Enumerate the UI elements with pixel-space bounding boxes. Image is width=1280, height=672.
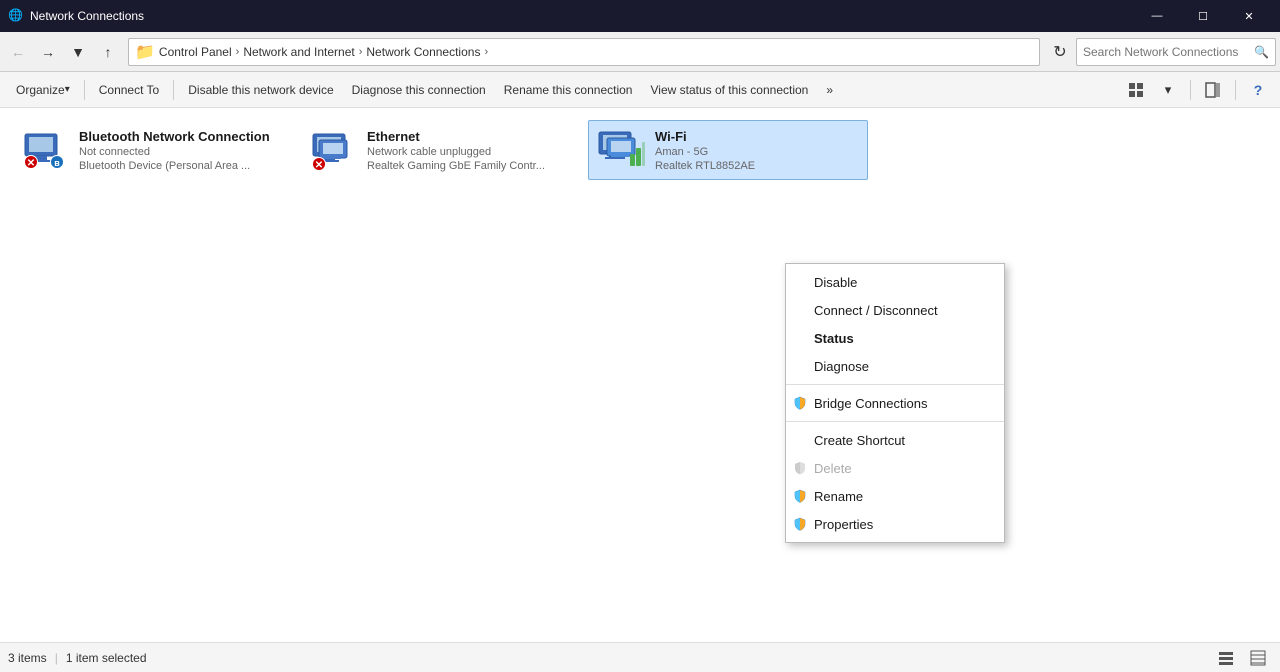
main-content: ✕ ʙ Bluetooth Network Connection Not con… xyxy=(0,108,1280,642)
rename-button[interactable]: Rename this connection xyxy=(496,76,641,104)
properties-shield-icon xyxy=(792,516,808,532)
up-button[interactable]: ↑ xyxy=(94,38,122,66)
wifi-network-icon xyxy=(597,126,645,174)
toolbar-separator-3 xyxy=(1190,80,1191,100)
wifi-info: Wi-Fi Aman - 5G Realtek RTL8852AE xyxy=(655,129,755,172)
bluetooth-info: Bluetooth Network Connection Not connect… xyxy=(79,129,270,172)
wifi-device: Realtek RTL8852AE xyxy=(655,160,755,172)
dropdown-button[interactable]: ▼ xyxy=(64,38,92,66)
preview-pane-button[interactable] xyxy=(1199,76,1227,104)
toolbar-separator-1 xyxy=(84,80,85,100)
statusbar: 3 items | 1 item selected xyxy=(0,642,1280,672)
preview-icon xyxy=(1205,82,1221,98)
item-count: 3 items xyxy=(8,651,47,665)
toolbar: Organize ▾ Connect To Disable this netwo… xyxy=(0,72,1280,108)
organize-dropdown-icon: ▾ xyxy=(65,84,70,95)
svg-text:✕: ✕ xyxy=(27,158,35,169)
view-options-button[interactable] xyxy=(1122,76,1150,104)
ctx-properties[interactable]: Properties xyxy=(786,510,1004,538)
minimize-button[interactable]: — xyxy=(1134,0,1180,32)
search-icon: 🔍 xyxy=(1254,45,1269,59)
view-icon xyxy=(1128,82,1144,98)
toolbar-separator-4 xyxy=(1235,80,1236,100)
ethernet-info: Ethernet Network cable unplugged Realtek… xyxy=(367,129,545,172)
ethernet-device: Realtek Gaming GbE Family Contr... xyxy=(367,160,545,172)
addressbar: ← → ▼ ↑ 📁 Control Panel › Network and In… xyxy=(0,32,1280,72)
bluetooth-name: Bluetooth Network Connection xyxy=(79,129,270,144)
ctx-sep-1 xyxy=(786,384,1004,385)
network-item-wifi[interactable]: Wi-Fi Aman - 5G Realtek RTL8852AE xyxy=(588,120,868,180)
bluetooth-network-icon: ✕ ʙ xyxy=(21,126,69,174)
statusbar-detail-view[interactable] xyxy=(1244,644,1272,672)
disable-button[interactable]: Disable this network device xyxy=(180,76,341,104)
bridge-shield-icon xyxy=(792,395,808,411)
detail-view-icon xyxy=(1250,650,1266,666)
statusbar-list-view[interactable] xyxy=(1212,644,1240,672)
network-item-bluetooth[interactable]: ✕ ʙ Bluetooth Network Connection Not con… xyxy=(12,120,292,180)
ethernet-network-icon: ✕ xyxy=(309,126,357,174)
ethernet-icon-container: ✕ xyxy=(309,126,357,174)
close-button[interactable]: ✕ xyxy=(1226,0,1272,32)
ctx-status[interactable]: Status xyxy=(786,324,1004,352)
ctx-rename[interactable]: Rename xyxy=(786,482,1004,510)
diagnose-button[interactable]: Diagnose this connection xyxy=(344,76,494,104)
delete-shield-icon xyxy=(792,460,808,476)
search-input[interactable] xyxy=(1083,45,1254,59)
organize-button[interactable]: Organize ▾ xyxy=(8,76,78,104)
rename-shield-icon xyxy=(792,488,808,504)
breadcrumb-folder-icon: 📁 xyxy=(135,42,155,62)
window-controls: — ☐ ✕ xyxy=(1134,0,1272,32)
ctx-create-shortcut[interactable]: Create Shortcut xyxy=(786,426,1004,454)
context-menu: Disable Connect / Disconnect Status Diag… xyxy=(785,263,1005,543)
bluetooth-status: Not connected xyxy=(79,146,270,158)
wifi-icon-container xyxy=(597,126,645,174)
window-title: Network Connections xyxy=(30,9,1134,23)
svg-text:✕: ✕ xyxy=(315,160,323,171)
ethernet-name: Ethernet xyxy=(367,129,545,144)
bluetooth-device: Bluetooth Device (Personal Area ... xyxy=(79,160,270,172)
view-dropdown-button[interactable]: ▾ xyxy=(1154,76,1182,104)
toolbar-right: ▾ ? xyxy=(1122,76,1272,104)
breadcrumb-network-internet[interactable]: Network and Internet xyxy=(243,45,354,59)
ctx-bridge[interactable]: Bridge Connections xyxy=(786,389,1004,417)
more-button[interactable]: » xyxy=(818,76,841,104)
back-button[interactable]: ← xyxy=(4,38,32,66)
refresh-button[interactable]: ↻ xyxy=(1046,38,1074,66)
ctx-sep-2 xyxy=(786,421,1004,422)
ctx-delete[interactable]: Delete xyxy=(786,454,1004,482)
breadcrumb-network-connections[interactable]: Network Connections xyxy=(366,45,480,59)
breadcrumb-bar: 📁 Control Panel › Network and Internet ›… xyxy=(128,38,1040,66)
ctx-connect-disconnect[interactable]: Connect / Disconnect xyxy=(786,296,1004,324)
selection-info: 1 item selected xyxy=(66,651,147,665)
titlebar: 🌐 Network Connections — ☐ ✕ xyxy=(0,0,1280,32)
app-icon: 🌐 xyxy=(8,8,24,24)
ethernet-status: Network cable unplugged xyxy=(367,146,545,158)
bluetooth-icon-container: ✕ ʙ xyxy=(21,126,69,174)
svg-text:ʙ: ʙ xyxy=(54,158,60,168)
ctx-disable[interactable]: Disable xyxy=(786,268,1004,296)
search-box: 🔍 xyxy=(1076,38,1276,66)
breadcrumb-control-panel[interactable]: Control Panel xyxy=(159,45,232,59)
help-button[interactable]: ? xyxy=(1244,76,1272,104)
wifi-name: Wi-Fi xyxy=(655,129,755,144)
wifi-status: Aman - 5G xyxy=(655,146,755,158)
list-view-icon xyxy=(1218,650,1234,666)
ctx-diagnose[interactable]: Diagnose xyxy=(786,352,1004,380)
toolbar-separator-2 xyxy=(173,80,174,100)
connect-to-button[interactable]: Connect To xyxy=(91,76,168,104)
forward-button[interactable]: → xyxy=(34,38,62,66)
view-status-button[interactable]: View status of this connection xyxy=(642,76,816,104)
maximize-button[interactable]: ☐ xyxy=(1180,0,1226,32)
network-item-ethernet[interactable]: ✕ Ethernet Network cable unplugged Realt… xyxy=(300,120,580,180)
